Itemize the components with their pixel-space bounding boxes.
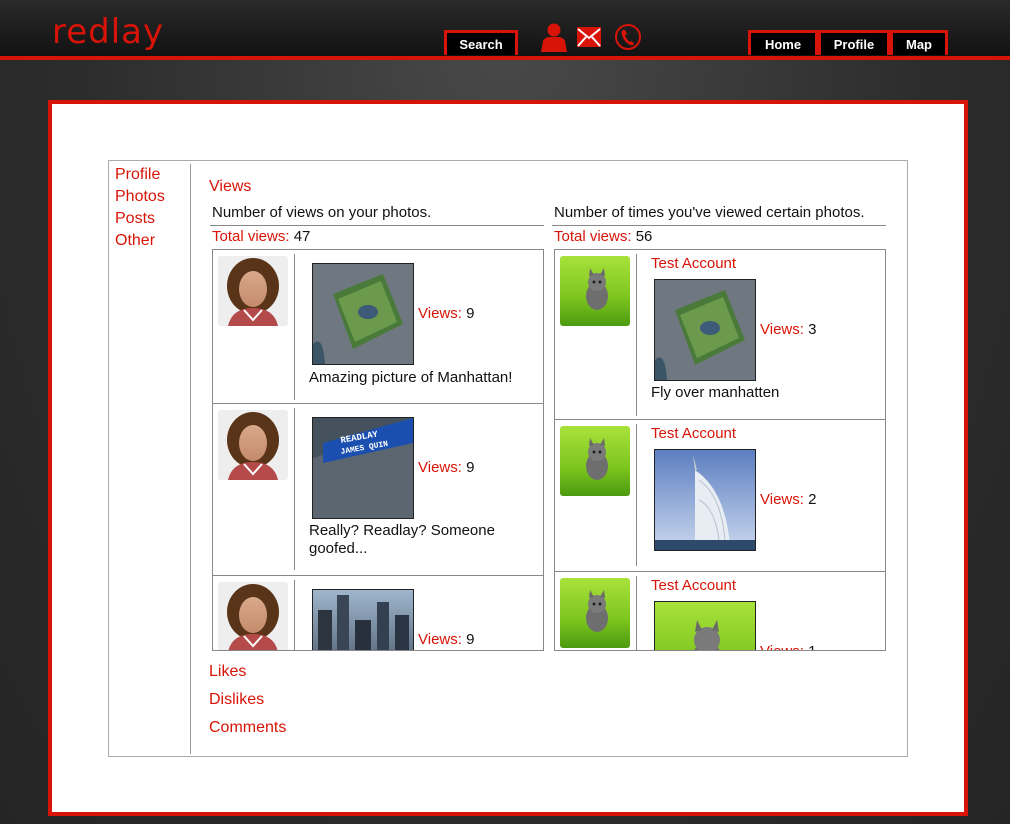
right-total-value: 56 [635, 228, 653, 245]
account-link[interactable]: Test Account [651, 577, 736, 594]
list-item: Test Account Views: 2 [555, 420, 885, 572]
views-label: Views: [760, 321, 804, 338]
photo-manhattan-aerial[interactable] [654, 279, 756, 381]
person-icon[interactable] [540, 22, 568, 52]
views-count: Views: 1 [760, 643, 816, 650]
row-divider [636, 424, 637, 566]
avatar[interactable] [218, 256, 288, 326]
search-button[interactable]: Search [444, 30, 518, 55]
right-heading-rule [552, 225, 886, 226]
avatar[interactable] [560, 256, 630, 326]
logo[interactable]: redlay [52, 12, 164, 52]
views-count: Views: 9 [418, 459, 474, 476]
left-column-heading: Number of views on your photos. [212, 204, 432, 221]
photo-kitten-grass[interactable] [654, 601, 756, 650]
account-link[interactable]: Test Account [651, 255, 736, 272]
dislikes-link[interactable]: Dislikes [209, 691, 264, 709]
sidebar-divider [190, 164, 191, 754]
mail-icon[interactable] [576, 26, 602, 48]
sidebar-item-photos[interactable]: Photos [115, 188, 165, 206]
avatar[interactable] [560, 578, 630, 648]
right-photos-panel[interactable]: Test Account Views: 3 Fly over manhatten [554, 249, 886, 651]
views-value: 9 [466, 459, 475, 476]
right-total-views: Total views: 56 [554, 228, 652, 245]
row-divider [636, 254, 637, 416]
views-label: Views: [418, 631, 462, 648]
views-count: Views: 2 [760, 491, 816, 508]
right-total-label: Total views: [554, 228, 632, 245]
views-value: 9 [466, 305, 475, 322]
views-section-title[interactable]: Views [209, 178, 251, 196]
list-item: Views: 9 [213, 576, 543, 650]
sidebar-item-posts[interactable]: Posts [115, 210, 155, 228]
list-item: READLAY JAMES QUIN Views: 9 Really? Read… [213, 404, 543, 576]
list-item: Views: 9 Amazing picture of Manhattan! [213, 250, 543, 404]
sidebar-item-other[interactable]: Other [115, 232, 155, 250]
views-value: 9 [466, 631, 475, 648]
views-value: 2 [808, 491, 817, 508]
left-photos-panel[interactable]: Views: 9 Amazing picture of Manhattan! R… [212, 249, 544, 651]
photo-caption: Fly over manhatten [651, 384, 780, 401]
views-label: Views: [760, 643, 804, 650]
account-link[interactable]: Test Account [651, 425, 736, 442]
views-value: 3 [808, 321, 817, 338]
photo-city-towers[interactable] [312, 589, 414, 650]
nav-profile[interactable]: Profile [818, 30, 890, 55]
row-divider [294, 408, 295, 570]
views-label: Views: [418, 459, 462, 476]
sidebar-item-profile[interactable]: Profile [115, 166, 160, 184]
left-total-value: 47 [293, 228, 311, 245]
views-label: Views: [760, 491, 804, 508]
views-label: Views: [418, 305, 462, 322]
nav-map[interactable]: Map [890, 30, 948, 55]
row-divider [294, 254, 295, 400]
row-divider [636, 576, 637, 650]
likes-link[interactable]: Likes [209, 663, 246, 681]
list-item: Test Account Views: 1 [555, 572, 885, 650]
nav-home[interactable]: Home [748, 30, 818, 55]
views-count: Views: 3 [760, 321, 816, 338]
right-column-heading: Number of times you've viewed certain ph… [554, 204, 865, 221]
phone-icon[interactable] [614, 22, 642, 52]
left-heading-rule [210, 225, 544, 226]
list-item: Test Account Views: 3 Fly over manhatten [555, 250, 885, 420]
views-count: Views: 9 [418, 631, 474, 648]
views-value: 1 [808, 643, 816, 650]
photo-burj-al-arab[interactable] [654, 449, 756, 551]
avatar[interactable] [218, 410, 288, 480]
avatar[interactable] [560, 426, 630, 496]
row-divider [294, 580, 295, 650]
left-total-views: Total views: 47 [212, 228, 310, 245]
comments-link[interactable]: Comments [209, 719, 286, 737]
avatar[interactable] [218, 582, 288, 650]
left-total-label: Total views: [212, 228, 290, 245]
views-count: Views: 9 [418, 305, 474, 322]
photo-caption: Really? Readlay? Someone goofed... [309, 522, 495, 557]
photo-caption: Amazing picture of Manhattan! [309, 369, 513, 386]
photo-readlay-sign[interactable]: READLAY JAMES QUIN [312, 417, 414, 519]
photo-manhattan-aerial[interactable] [312, 263, 414, 365]
